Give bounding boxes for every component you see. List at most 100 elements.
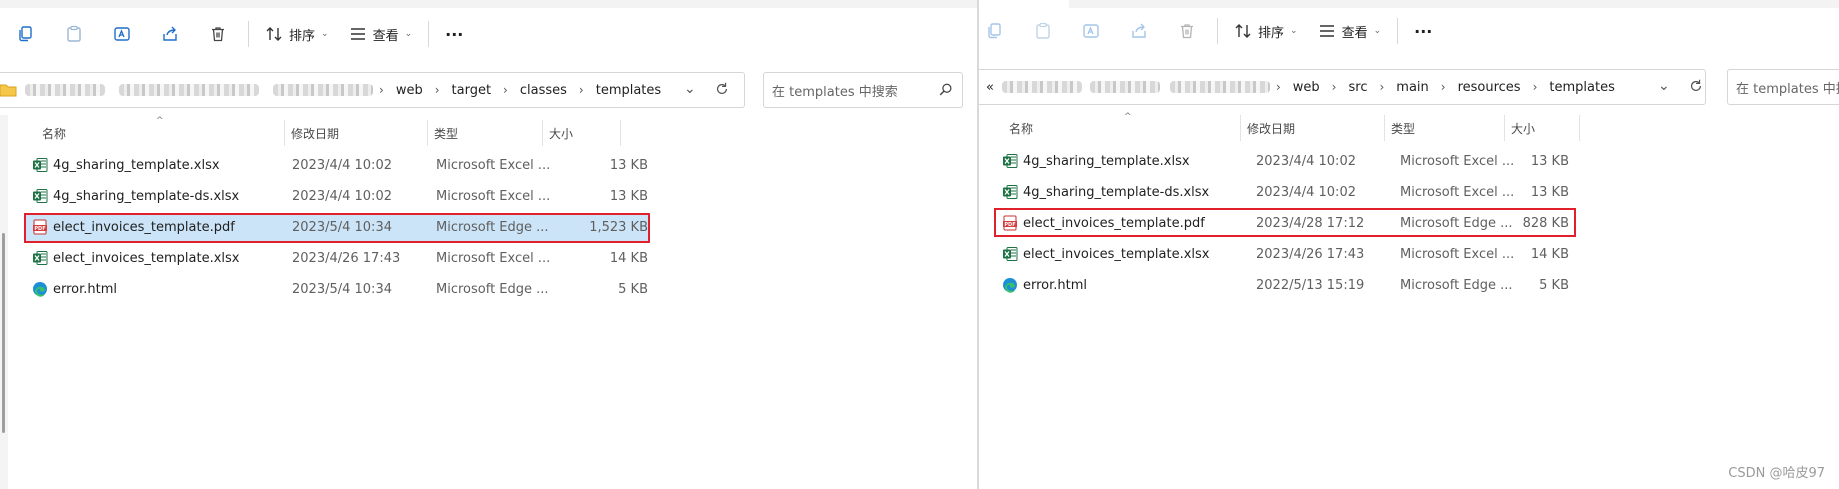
vertical-scrollbar[interactable] <box>0 115 8 489</box>
file-name-cell[interactable]: 4g_sharing_template.xlsx <box>32 151 220 179</box>
column-header-size[interactable]: 大小 <box>1505 115 1580 141</box>
file-name-cell[interactable]: elect_invoices_template.xlsx <box>1002 240 1209 268</box>
excel-icon <box>1002 153 1018 169</box>
more-icon: ··· <box>1414 21 1433 41</box>
view-menu-button[interactable]: 查看 ⌄ <box>339 16 423 52</box>
column-header-date[interactable]: 修改日期 <box>1241 115 1385 141</box>
breadcrumb-separator-icon: › <box>503 83 508 97</box>
file-name-cell[interactable]: error.html <box>1002 271 1087 299</box>
highlight-box <box>24 213 650 243</box>
chevron-down-icon: ⌄ <box>1373 26 1382 36</box>
breadcrumb-item[interactable]: templates <box>1543 80 1620 95</box>
refresh-icon[interactable] <box>1688 78 1704 94</box>
column-header-type[interactable]: 类型 <box>428 120 543 146</box>
share-button[interactable] <box>1115 11 1163 51</box>
chevron-down-icon: ⌄ <box>1290 26 1298 36</box>
rename-button[interactable] <box>98 14 146 54</box>
chevron-down-icon[interactable]: ⌄ <box>1658 78 1670 94</box>
breadcrumb-item[interactable]: main <box>1390 80 1434 95</box>
file-name-cell[interactable]: elect_invoices_template.xlsx <box>32 244 239 272</box>
paste-icon <box>65 25 83 43</box>
copy-button[interactable] <box>2 14 50 54</box>
file-name: elect_invoices_template.xlsx <box>53 250 240 266</box>
search-placeholder: 在 templates 中搜 <box>1736 81 1839 97</box>
share-icon <box>161 25 179 43</box>
search-input[interactable]: 在 templates 中搜索 <box>763 72 963 108</box>
paste-button[interactable] <box>50 14 98 54</box>
more-options-button[interactable]: ··· <box>1404 13 1442 49</box>
file-row[interactable]: 4g_sharing_template.xlsx 2023/4/4 10:02 Mi… <box>996 147 1574 175</box>
breadcrumb-item[interactable]: web <box>390 83 429 98</box>
breadcrumb-item[interactable]: classes <box>514 83 573 98</box>
sort-label: 排序 <box>289 28 316 44</box>
sort-label: 排序 <box>1258 25 1285 41</box>
file-row[interactable]: 4g_sharing_template.xlsx 2023/4/4 10:02 Mi… <box>26 151 648 179</box>
column-header-date[interactable]: 修改日期 <box>285 120 428 146</box>
file-size-cell: 14 KB <box>1530 246 1569 262</box>
file-date-cell: 2023/4/4 10:02 <box>1256 184 1356 200</box>
column-header-size[interactable]: 大小 <box>543 120 621 146</box>
file-row[interactable]: 4g_sharing_template-ds.xlsx 2023/4/4 10:0… <box>996 178 1574 206</box>
file-name-cell[interactable]: 4g_sharing_template-ds.xlsx <box>32 182 239 210</box>
edge-icon <box>1002 277 1018 293</box>
breadcrumb-item[interactable]: src <box>1342 80 1373 95</box>
column-header-type[interactable]: 类型 <box>1385 115 1505 141</box>
column-header-name[interactable]: 名称 <box>1003 115 1241 141</box>
file-row[interactable]: error.html 2022/5/13 15:19 Microsoft Edge … <box>996 271 1574 299</box>
file-name: 4g_sharing_template.xlsx <box>53 157 220 173</box>
view-menu-button[interactable]: 查看 ⌄ <box>1308 13 1392 49</box>
view-label: 查看 <box>1341 25 1368 41</box>
column-header-name[interactable]: 名称 <box>36 120 285 146</box>
search-input[interactable]: 在 templates 中搜 <box>1727 69 1839 105</box>
paste-button[interactable] <box>1019 11 1067 51</box>
file-date-cell: 2023/5/4 10:34 <box>292 281 392 297</box>
refresh-icon[interactable] <box>714 81 730 97</box>
breadcrumb-item[interactable]: templates <box>590 83 667 98</box>
scrollbar-thumb[interactable] <box>2 233 5 433</box>
view-label: 查看 <box>372 28 399 44</box>
chevron-down-icon: ⌄ <box>404 29 413 39</box>
file-row[interactable]: elect_invoices_template.xlsx 2023/4/26 17… <box>996 240 1574 268</box>
file-size-cell: 13 KB <box>609 157 648 173</box>
file-name: 4g_sharing_template.xlsx <box>1023 153 1190 169</box>
file-size-cell: 5 KB <box>618 281 648 297</box>
chevron-down-icon[interactable]: ⌄ <box>684 81 696 97</box>
column-label: 修改日期 <box>291 126 340 141</box>
breadcrumb-item[interactable]: web <box>1287 80 1326 95</box>
file-name-cell[interactable]: 4g_sharing_template-ds.xlsx <box>1002 178 1209 206</box>
excel-icon <box>1002 184 1018 200</box>
column-label: 类型 <box>434 126 459 141</box>
toolbar-separator <box>428 21 430 47</box>
rename-button[interactable] <box>1067 11 1115 51</box>
breadcrumb-item[interactable]: target <box>446 83 498 98</box>
left-explorer-window: 排序 ⌄ 查看 ⌄ ··· › web › target › classes ›… <box>0 0 977 489</box>
search-placeholder: 在 templates 中搜索 <box>772 84 898 100</box>
file-name: 4g_sharing_template-ds.xlsx <box>1023 184 1210 200</box>
delete-button[interactable] <box>194 14 242 54</box>
breadcrumb-overflow-icon[interactable]: « <box>986 80 994 95</box>
file-row[interactable]: elect_invoices_template.xlsx 2023/4/26 17… <box>26 244 648 272</box>
file-name: elect_invoices_template.xlsx <box>1023 246 1210 262</box>
address-bar[interactable]: « › web › src › main › resources › templ… <box>979 69 1706 105</box>
column-label: 名称 <box>42 126 67 141</box>
blurred-path-segment <box>119 84 259 96</box>
trash-icon <box>1178 22 1196 40</box>
highlight-box <box>994 208 1576 237</box>
file-row[interactable]: 4g_sharing_template-ds.xlsx 2023/4/4 10:0… <box>26 182 648 210</box>
share-button[interactable] <box>146 14 194 54</box>
file-name-cell[interactable]: 4g_sharing_template.xlsx <box>1002 147 1190 175</box>
file-type-cell: Microsoft Edge ... <box>436 281 549 297</box>
file-name-cell[interactable]: error.html <box>32 275 117 303</box>
delete-button[interactable] <box>1163 11 1211 51</box>
breadcrumb-separator-icon: › <box>1532 80 1538 94</box>
sort-menu-button[interactable]: 排序 ⌄ <box>255 16 339 52</box>
breadcrumb-item[interactable]: resources <box>1452 80 1527 95</box>
file-row[interactable]: error.html 2023/5/4 10:34 Microsoft Edge .… <box>26 275 648 303</box>
more-options-button[interactable]: ··· <box>435 16 473 52</box>
sort-menu-button[interactable]: 排序 ⌄ <box>1224 13 1308 49</box>
copy-button[interactable] <box>979 11 1019 51</box>
address-bar[interactable]: › web › target › classes › templates ⌄ <box>0 72 745 108</box>
breadcrumb-separator-icon: › <box>1275 80 1281 94</box>
file-name: error.html <box>1023 277 1088 293</box>
breadcrumb-separator-icon: › <box>578 83 584 97</box>
